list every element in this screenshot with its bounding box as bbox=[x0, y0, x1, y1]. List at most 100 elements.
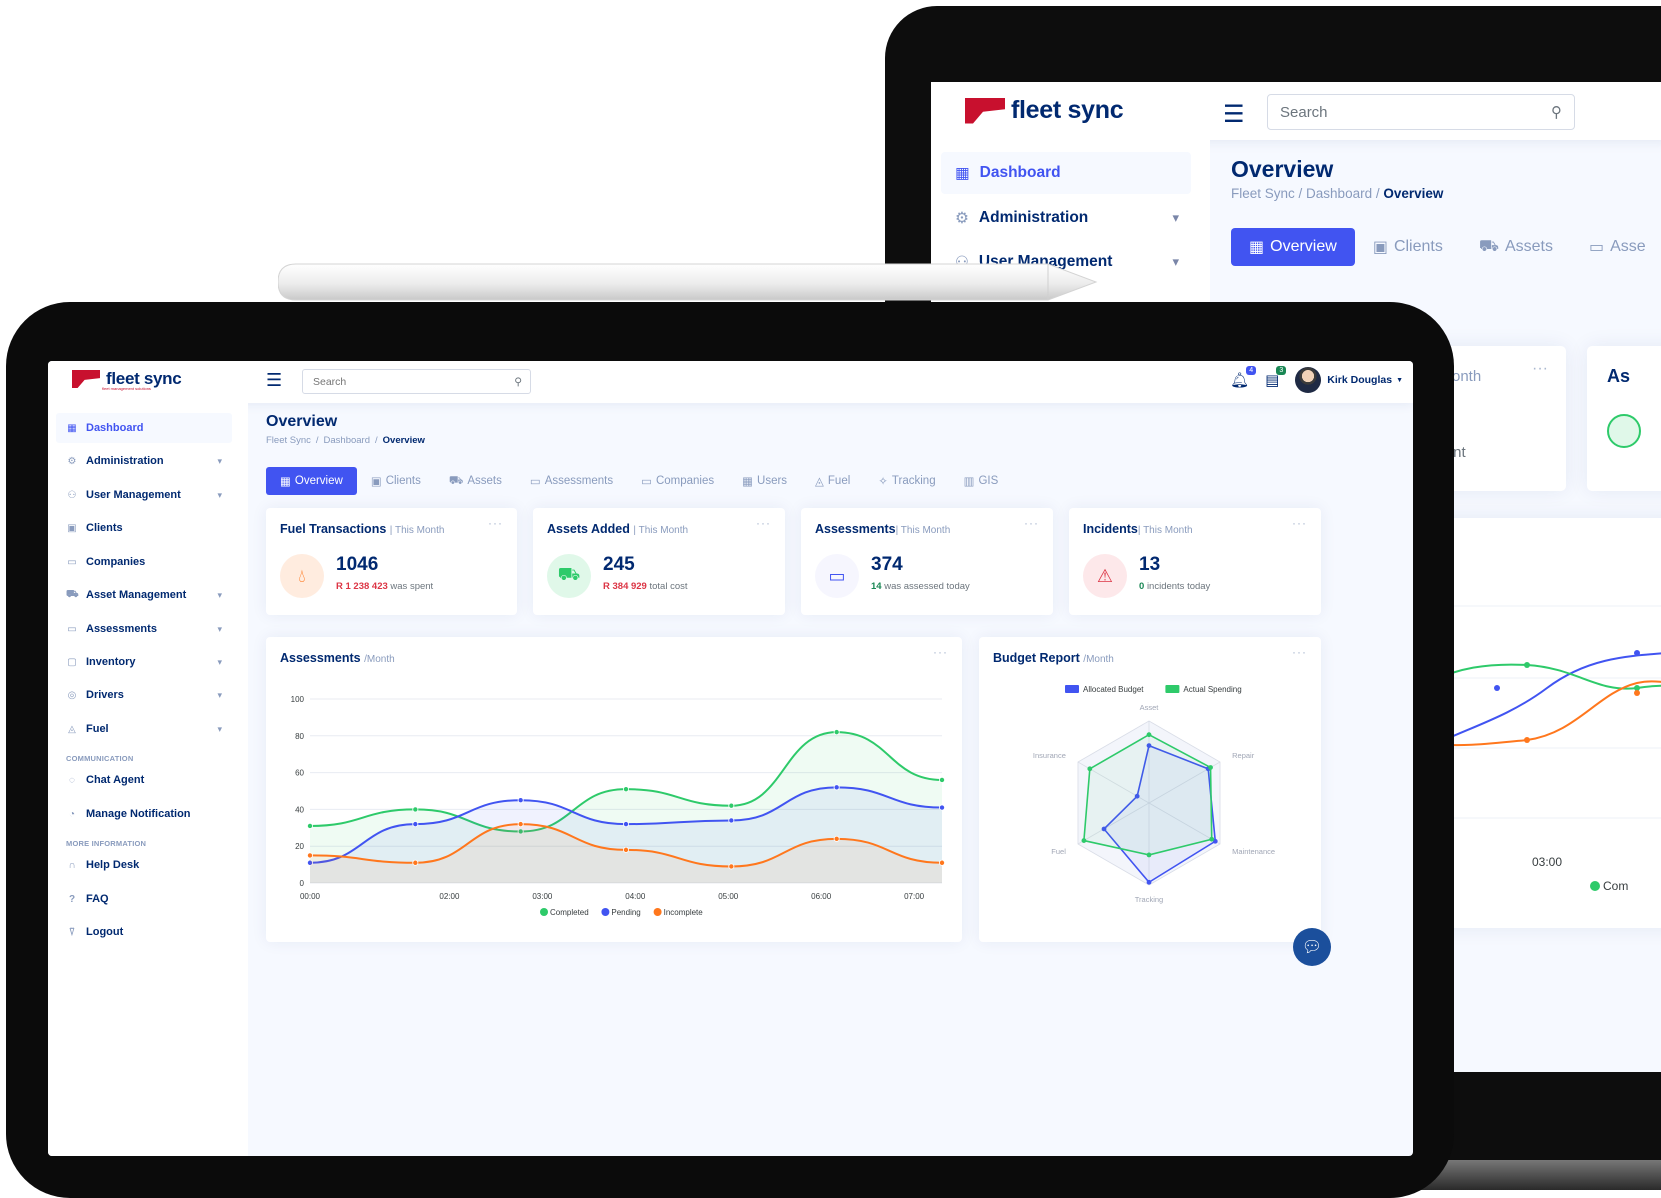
kpi-period: | This Month bbox=[389, 525, 445, 536]
tab-assets[interactable]: ⛟ Assets bbox=[435, 467, 516, 495]
tab-users[interactable]: ▦ Users bbox=[728, 467, 801, 495]
kpi-subtext: R 1 238 423 was spent bbox=[336, 581, 433, 592]
legend-dot bbox=[1590, 881, 1600, 891]
nav-label: Administration bbox=[978, 209, 1089, 226]
sidebar-item-clients[interactable]: ▣ Clients bbox=[56, 513, 232, 543]
sidebar-item-assessments[interactable]: ▭ Assessments ▾ bbox=[56, 614, 232, 644]
tab-gis[interactable]: ▥ GIS bbox=[950, 467, 1013, 495]
data-point bbox=[833, 835, 840, 842]
x-tick-label: 03:00 bbox=[532, 892, 553, 901]
kpi-subtext: R 384 929 total cost bbox=[603, 581, 688, 592]
sidebar-item-label: Help Desk bbox=[86, 859, 140, 871]
search-icon[interactable]: ⚲ bbox=[514, 376, 522, 388]
gear-icon: ⚙ bbox=[67, 455, 77, 467]
more-options-icon[interactable]: ··· bbox=[1024, 516, 1039, 530]
data-point bbox=[939, 804, 946, 811]
sidebar-item-inventory[interactable]: ▢ Inventory ▾ bbox=[56, 647, 232, 677]
search-icon[interactable]: ⚲ bbox=[1551, 103, 1562, 121]
laptop-tab-overview[interactable]: ▦ Overview bbox=[1231, 228, 1355, 266]
sidebar-item-fuel[interactable]: ◬ Fuel ▾ bbox=[56, 714, 232, 744]
briefcase-icon: ▭ bbox=[67, 556, 77, 568]
more-options-icon[interactable]: ··· bbox=[488, 516, 503, 530]
y-tick-label: 40 bbox=[295, 805, 304, 814]
menu-toggle-icon[interactable]: ☰ bbox=[1223, 100, 1245, 129]
data-point bbox=[728, 817, 735, 824]
calendar-icon: ▭ bbox=[529, 476, 541, 488]
more-icon[interactable]: ··· bbox=[1532, 360, 1548, 378]
sidebar-item-faq[interactable]: ? FAQ bbox=[56, 884, 232, 914]
kpi-subtext: 0 incidents today bbox=[1139, 581, 1210, 592]
breadcrumb-link[interactable]: Fleet Sync bbox=[266, 435, 311, 446]
chat-bubble-icon: 💬︎ bbox=[1301, 939, 1323, 956]
laptop-tab-assessments[interactable]: ▭ Asse bbox=[1571, 228, 1661, 266]
x-tick-label: 06:00 bbox=[811, 892, 832, 901]
search-input[interactable] bbox=[311, 374, 481, 389]
radar-point bbox=[1146, 732, 1152, 738]
crumb[interactable]: Dashboard bbox=[1306, 186, 1372, 201]
kpi-subtext: 14 was assessed today bbox=[871, 581, 970, 592]
more-options-icon[interactable]: ··· bbox=[756, 516, 771, 530]
truck-icon: ⛟ bbox=[547, 554, 591, 598]
kpi-title: Fuel Transactions | This Month bbox=[280, 522, 444, 536]
laptop-chart-fragment: 03:00 Com bbox=[1426, 605, 1661, 893]
more-options-icon[interactable]: ··· bbox=[1292, 516, 1307, 530]
sidebar-item-user-management[interactable]: ⚇ User Management ▾ bbox=[56, 480, 232, 510]
sidebar-item-label: Companies bbox=[86, 556, 146, 568]
tab-overview[interactable]: ▦ Overview bbox=[266, 467, 357, 495]
sidebar-section-more: More Information bbox=[66, 839, 147, 848]
radar-point bbox=[1146, 879, 1152, 885]
kpi-card-assessments: Assessments| This Month ··· ▭ 374 14 was… bbox=[801, 508, 1053, 615]
notifications-bell-icon[interactable]: 🔔︎ 4 bbox=[1230, 366, 1257, 389]
logo-mark-icon bbox=[965, 97, 1005, 124]
laptop-page-title: Overview bbox=[1231, 156, 1334, 182]
data-point bbox=[412, 806, 419, 813]
kpi-title-text: Incidents bbox=[1083, 522, 1138, 536]
sidebar-item-dashboard[interactable]: ▦ Dashboard bbox=[56, 413, 232, 443]
chevron-down-icon: ▾ bbox=[1172, 210, 1179, 225]
sidebar-item-asset-management[interactable]: ⛟ Asset Management ▾ bbox=[56, 580, 232, 610]
people-icon: ⚇ bbox=[67, 489, 77, 501]
laptop-tab-assets[interactable]: ⛟ Assets bbox=[1461, 228, 1571, 266]
tab-fuel[interactable]: ◬ Fuel bbox=[801, 467, 864, 495]
sidebar-item-label: Administration bbox=[86, 455, 164, 467]
nav-label: Dashboard bbox=[979, 164, 1061, 181]
tab-clients[interactable]: ▣ Clients bbox=[357, 467, 435, 495]
data-point bbox=[939, 859, 946, 866]
tab-assessments[interactable]: ▭ Assessments bbox=[516, 467, 627, 495]
laptop-nav-dashboard[interactable]: ▦ Dashboard bbox=[941, 152, 1191, 194]
messages-chat-icon[interactable]: ▤ 3 bbox=[1265, 366, 1287, 389]
laptop-search-input[interactable]: Search ⚲ bbox=[1267, 94, 1575, 130]
laptop-nav-administration[interactable]: ⚙ Administration ▾ bbox=[941, 197, 1191, 239]
kpi-value: 13 bbox=[1139, 554, 1161, 575]
breadcrumb-link[interactable]: Dashboard bbox=[324, 435, 370, 446]
menu-toggle-icon[interactable]: ☰ bbox=[266, 370, 282, 391]
header-actions: 🔔︎ 4 ▤ 3 Kirk Douglas ▼ bbox=[1230, 366, 1403, 393]
crumb[interactable]: Fleet Sync bbox=[1231, 186, 1295, 201]
data-point bbox=[622, 846, 629, 853]
sidebar-item-chat-agent[interactable]: ◌ Chat Agent bbox=[56, 765, 232, 795]
user-profile-dropdown[interactable]: Kirk Douglas ▼ bbox=[1295, 367, 1403, 393]
tab-label: Assets bbox=[467, 475, 502, 487]
x-tick-label: 04:00 bbox=[625, 892, 646, 901]
sidebar-item-drivers[interactable]: ◎ Drivers ▾ bbox=[56, 680, 232, 710]
sidebar-item-administration[interactable]: ⚙ Administration ▾ bbox=[56, 446, 232, 476]
tab-tracking[interactable]: ✧ Tracking bbox=[864, 467, 949, 495]
sidebar-item-logout[interactable]: ⍢ Logout bbox=[56, 917, 232, 947]
legend-label: Pending bbox=[611, 908, 640, 917]
data-point bbox=[412, 859, 419, 866]
legend-marker bbox=[601, 908, 610, 916]
budget-report-card: Budget Report /Month ··· Asset Repair Main… bbox=[979, 637, 1321, 942]
chat-bubble-button[interactable]: 💬︎ bbox=[1293, 928, 1331, 966]
sidebar-item-label: Asset Management bbox=[86, 589, 187, 601]
stylus-pencil bbox=[278, 263, 1098, 301]
laptop-tab-clients[interactable]: ▣ Clients bbox=[1355, 228, 1461, 266]
sidebar-item-manage-notification[interactable]: ◔ Manage Notification bbox=[56, 799, 232, 829]
alert-person-icon: ⚠︎ bbox=[1083, 554, 1127, 598]
laptop-point bbox=[1524, 662, 1530, 668]
tab-companies[interactable]: ▭ Companies bbox=[627, 467, 728, 495]
sidebar-item-help-desk[interactable]: ∩ Help Desk bbox=[56, 850, 232, 880]
sidebar-item-companies[interactable]: ▭ Companies bbox=[56, 547, 232, 577]
sidebar-item-label: User Management bbox=[86, 489, 181, 501]
y-tick-label: 100 bbox=[291, 695, 305, 704]
data-point bbox=[517, 797, 524, 804]
